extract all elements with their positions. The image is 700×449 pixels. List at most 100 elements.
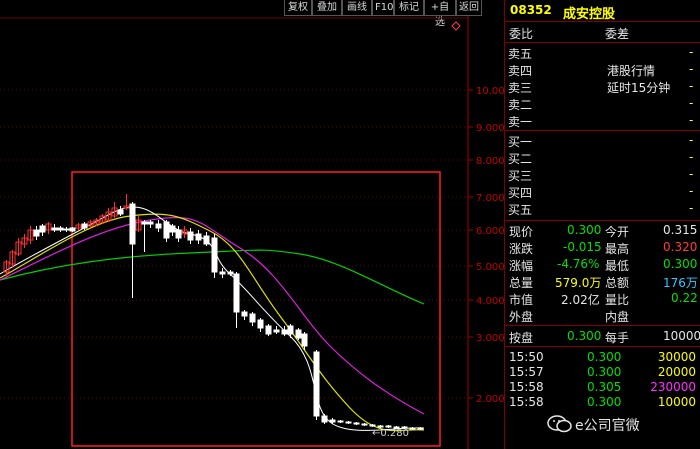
y-tick-label: 3.000: [476, 333, 504, 344]
buy-level-dash: -: [689, 184, 694, 198]
buy-level-dash: -: [689, 133, 694, 147]
candle-body: [257, 319, 264, 329]
candle-body: [227, 271, 234, 275]
delay-note-1: 港股行情: [607, 64, 656, 78]
candle-body: [377, 425, 384, 428]
sell-level-dash: -: [689, 45, 694, 59]
divider: [505, 21, 700, 22]
candle-body: [117, 209, 124, 215]
buy-level-dash: -: [689, 201, 694, 215]
change-label: 涨跌: [509, 242, 534, 256]
toolbar-button-5[interactable]: +自选: [424, 0, 456, 28]
candle-body: [329, 419, 336, 423]
high-price: 0.320: [663, 240, 698, 254]
current-label: 现价: [509, 225, 534, 239]
highlight-box: [71, 171, 441, 447]
y-tick-label: 8.000: [476, 156, 504, 167]
buy-level-label: 买四: [508, 186, 533, 200]
mktcap-label: 市值: [509, 293, 534, 307]
divider: [505, 42, 700, 43]
candle-body: [301, 333, 308, 347]
low-price: 0.300: [663, 257, 698, 271]
volume-value: 579.0万: [555, 276, 602, 290]
sell-level-label: 卖五: [508, 47, 533, 61]
current-price: 0.300: [567, 223, 602, 237]
pct-label: 涨幅: [509, 259, 534, 273]
candle-body: [187, 231, 194, 241]
change-value: -0.015: [563, 240, 602, 254]
candle-body: [169, 225, 176, 233]
high-label: 最高: [605, 242, 630, 256]
bid-value: 0.300: [567, 329, 602, 343]
toolbar-button-6[interactable]: 返回: [456, 0, 482, 16]
delay-note-2: 延时15分钟: [607, 81, 671, 95]
toolbar-button-4[interactable]: 标记: [394, 0, 424, 16]
candle-body: [417, 427, 424, 430]
last-price-marker: ←0.280: [372, 428, 409, 439]
candle-body: [345, 421, 352, 424]
buy-level-label: 买五: [508, 203, 533, 217]
candle-body: [33, 229, 40, 237]
trade-price: 0.300: [587, 365, 622, 379]
candle-body: [321, 415, 328, 423]
toolbar-button-2[interactable]: 画线: [342, 0, 372, 16]
candle-body: [409, 427, 416, 430]
stock-code: 08352: [510, 3, 552, 17]
divider: [505, 325, 700, 326]
outer-label: 外盘: [509, 310, 534, 324]
stock-name: 成安控股: [563, 7, 616, 22]
candle-body: [51, 227, 58, 231]
trade-volume: 10000: [657, 395, 696, 409]
candle-body: [141, 221, 148, 225]
trade-volume: 230000: [650, 380, 696, 394]
volratio-label: 量比: [605, 293, 630, 307]
y-tick-label: 2.000: [476, 394, 504, 405]
candle-body: [203, 235, 210, 245]
candle-body: [385, 425, 392, 428]
candle-body: [155, 223, 162, 229]
trade-price: 0.300: [587, 350, 622, 364]
sell-level-label: 卖二: [508, 98, 533, 112]
candle-body: [163, 221, 170, 239]
y-tick-label: 7.000: [476, 193, 504, 204]
buy-level-label: 买三: [508, 169, 533, 183]
candle-body: [233, 273, 240, 313]
trade-price: 0.300: [587, 395, 622, 409]
y-tick-label: 4.000: [476, 296, 504, 307]
y-tick-label: 10.00: [476, 86, 504, 97]
mktcap-value: 2.02亿: [561, 293, 600, 307]
toolbar-button-3[interactable]: F10: [372, 0, 394, 16]
candle-body: [147, 221, 154, 225]
kline-svg: 10.00 9.000 8.000 7.000 6.000 5.000 4.000 3.000…: [0, 16, 504, 449]
trade-time: 15:58: [509, 395, 544, 409]
candle-body: [265, 325, 272, 335]
buy-level-label: 买二: [508, 152, 533, 166]
low-label: 最低: [605, 259, 630, 273]
amount-label: 总额: [605, 276, 630, 290]
candle-body: [287, 325, 294, 335]
candle-body: [313, 351, 320, 417]
inner-label: 内盘: [605, 310, 630, 324]
amount-value: 176万: [663, 276, 698, 290]
candle-body: [63, 228, 70, 231]
toolbar-button-1[interactable]: 叠加: [312, 0, 342, 16]
buy-level-dash: -: [689, 150, 694, 164]
quote-panel: 08352 成安控股 委比 委差 卖五 - 卖四 - 卖三 - 卖二 - 卖一 - 港股行情 延时…: [504, 0, 700, 449]
sell-level-dash: -: [689, 113, 694, 127]
sell-level-dash: -: [689, 62, 694, 76]
candle-body: [361, 423, 368, 426]
candle-body: [295, 329, 302, 339]
trade-time: 15:50: [509, 350, 544, 364]
candle-body: [81, 223, 88, 229]
trade-volume: 30000: [657, 350, 696, 364]
watermark-text: e公司官微: [575, 418, 640, 434]
diamond-icon: [451, 21, 461, 31]
candle-body: [57, 227, 64, 231]
candle-body: [69, 227, 76, 232]
candle-body: [129, 203, 136, 245]
toolbar-button-0[interactable]: 复权: [284, 0, 312, 16]
buy-level-dash: -: [689, 167, 694, 181]
candle-body: [39, 225, 46, 233]
lot-label: 每手: [605, 331, 630, 345]
open-label: 今开: [605, 225, 630, 239]
